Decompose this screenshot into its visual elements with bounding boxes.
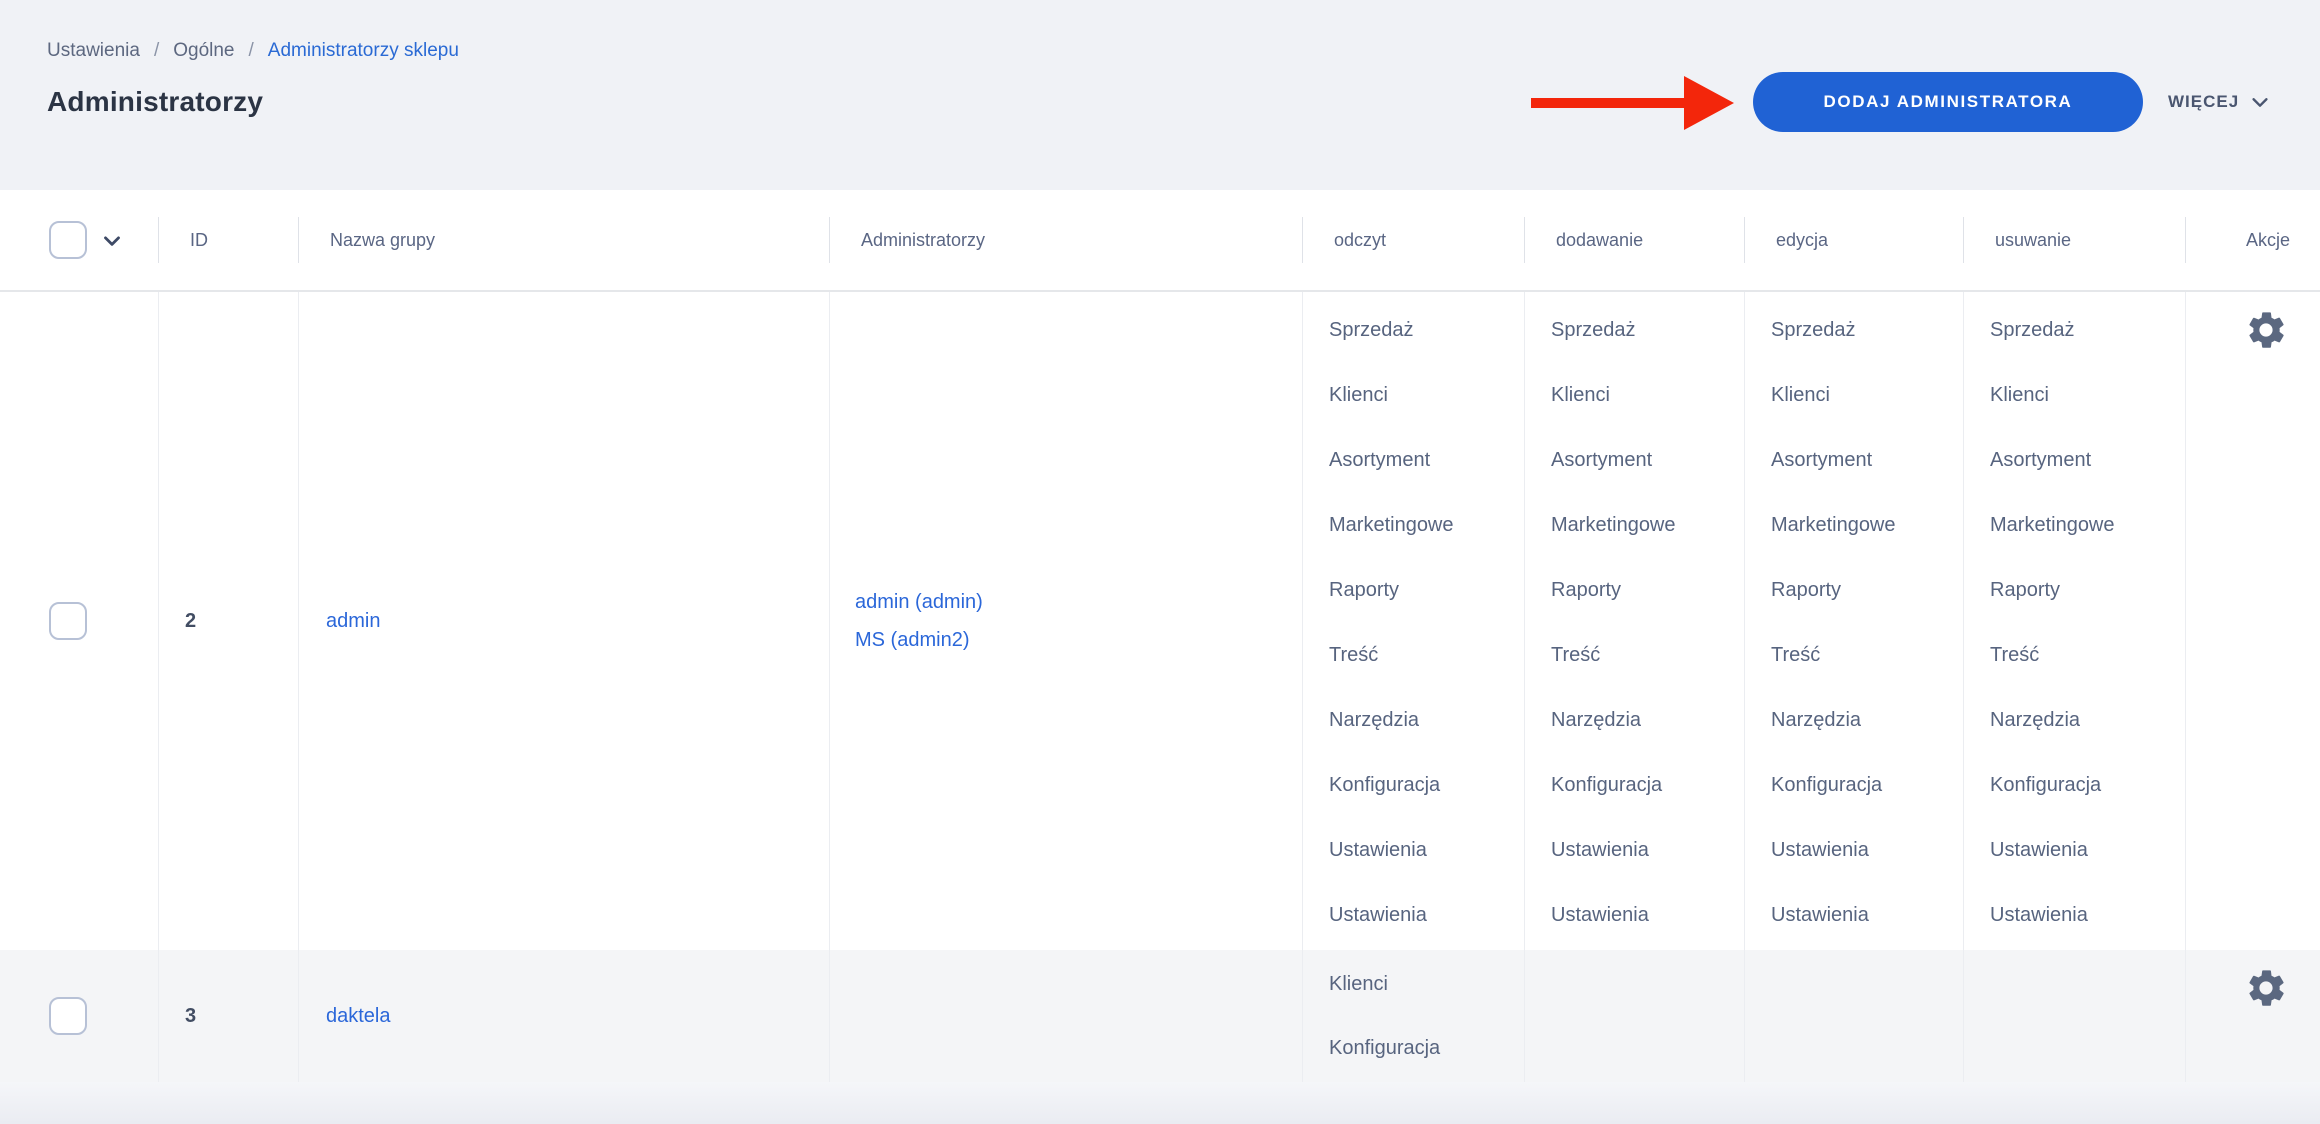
- breadcrumb-separator: /: [154, 40, 159, 62]
- permission-item: Marketingowe: [1771, 493, 1953, 558]
- breadcrumb-item-administratorzy-sklepu[interactable]: Administratorzy sklepu: [268, 40, 459, 62]
- permission-item: Treść: [1551, 623, 1734, 688]
- row-select-cell: [0, 950, 158, 1082]
- breadcrumb-separator: /: [249, 40, 254, 62]
- row-administrators-cell: admin (admin) MS (admin2): [829, 292, 1302, 950]
- permissions-read-cell: KlienciKonfiguracja: [1302, 950, 1524, 1082]
- more-button[interactable]: WIĘCEJ: [2168, 72, 2271, 132]
- permissions-delete-cell: SprzedażKlienciAsortymentMarketingoweRap…: [1963, 292, 2185, 950]
- permission-item: Ustawienia: [1329, 883, 1514, 948]
- row-actions-cell: [2185, 950, 2320, 1082]
- permission-item: Asortyment: [1990, 428, 2175, 493]
- table-header-select-cell: [0, 190, 158, 290]
- table-row-daktela: 3 daktela KlienciKonfiguracja: [0, 950, 2320, 1082]
- permission-item: Ustawienia: [1551, 883, 1734, 948]
- row-actions-cell: [2185, 292, 2320, 950]
- column-header-edit: edycja: [1744, 190, 1963, 290]
- permission-item: Treść: [1329, 623, 1514, 688]
- permission-item: Treść: [1771, 623, 1953, 688]
- group-name-link[interactable]: admin: [326, 610, 380, 633]
- permission-item: Raporty: [1990, 558, 2175, 623]
- row-select-cell: [0, 292, 158, 950]
- permission-item: Asortyment: [1329, 428, 1514, 493]
- permission-item: Sprzedaż: [1551, 298, 1734, 363]
- row-administrators-cell: [829, 950, 1302, 1082]
- column-header-group-name: Nazwa grupy: [298, 190, 829, 290]
- permission-item: Klienci: [1329, 363, 1514, 428]
- row-settings-gear-icon[interactable]: [2244, 308, 2288, 352]
- row-select-checkbox[interactable]: [49, 602, 87, 640]
- annotation-arrow-shaft: [1531, 98, 1687, 108]
- permission-item: Ustawienia: [1771, 883, 1953, 948]
- permission-item: Sprzedaż: [1771, 298, 1953, 363]
- permission-item: Ustawienia: [1990, 883, 2175, 948]
- permissions-edit-cell: SprzedażKlienciAsortymentMarketingoweRap…: [1744, 292, 1963, 950]
- row-id-cell: 2: [158, 292, 298, 950]
- permission-item: Klienci: [1551, 363, 1734, 428]
- permission-item: Konfiguracja: [1990, 753, 2175, 818]
- row-group-name-cell: daktela: [298, 950, 829, 1082]
- permissions-read-cell: SprzedażKlienciAsortymentMarketingoweRap…: [1302, 292, 1524, 950]
- permission-item: Sprzedaż: [1990, 298, 2175, 363]
- permission-item: Ustawienia: [1990, 818, 2175, 883]
- permission-item: Sprzedaż: [1329, 298, 1514, 363]
- column-header-add: dodawanie: [1524, 190, 1744, 290]
- column-header-administrators: Administratorzy: [829, 190, 1302, 290]
- permission-item: Konfiguracja: [1329, 1016, 1514, 1080]
- permission-item: Asortyment: [1771, 428, 1953, 493]
- table-row-admin: 2 admin admin (admin) MS (admin2) Sprzed…: [0, 292, 2320, 950]
- permission-item: Konfiguracja: [1771, 753, 1953, 818]
- permission-item: Klienci: [1990, 363, 2175, 428]
- permission-item: Narzędzia: [1771, 688, 1953, 753]
- administrator-link[interactable]: admin (admin): [855, 583, 1302, 621]
- column-header-read: odczyt: [1302, 190, 1524, 290]
- breadcrumb: Ustawienia / Ogólne / Administratorzy sk…: [47, 40, 459, 62]
- column-header-actions: Akcje: [2185, 190, 2320, 290]
- permission-item: Ustawienia: [1329, 818, 1514, 883]
- row-select-checkbox[interactable]: [49, 997, 87, 1035]
- administrators-table: ID Nazwa grupy Administratorzy odczyt do…: [0, 190, 2320, 1082]
- permission-item: Raporty: [1771, 558, 1953, 623]
- permissions-add-cell: SprzedażKlienciAsortymentMarketingoweRap…: [1524, 292, 1744, 950]
- permission-item: Konfiguracja: [1329, 753, 1514, 818]
- page-bottom-area: [0, 1082, 2320, 1124]
- permissions-delete-cell: [1963, 950, 2185, 1082]
- permission-item: Treść: [1990, 623, 2175, 688]
- admin-panel-screen: Ustawienia / Ogólne / Administratorzy sk…: [0, 0, 2320, 1124]
- permissions-edit-cell: [1744, 950, 1963, 1082]
- select-menu-chevron-icon[interactable]: [99, 227, 125, 253]
- chevron-down-icon: [2249, 91, 2271, 113]
- row-settings-gear-icon[interactable]: [2244, 966, 2288, 1010]
- permission-item: Klienci: [1329, 952, 1514, 1016]
- add-administrator-button[interactable]: DODAJ ADMINISTRATORA: [1753, 72, 2143, 132]
- permission-item: Ustawienia: [1771, 818, 1953, 883]
- permission-item: Raporty: [1329, 558, 1514, 623]
- permission-item: Marketingowe: [1329, 493, 1514, 558]
- row-id-cell: 3: [158, 950, 298, 1082]
- page-title: Administratorzy: [47, 86, 263, 118]
- permission-item: Asortyment: [1551, 428, 1734, 493]
- administrator-link[interactable]: MS (admin2): [855, 621, 1302, 659]
- breadcrumb-item-ogolne[interactable]: Ogólne: [173, 40, 234, 62]
- permission-item: Klienci: [1771, 363, 1953, 428]
- permission-item: Konfiguracja: [1551, 753, 1734, 818]
- permission-item: Narzędzia: [1551, 688, 1734, 753]
- permission-item: Ustawienia: [1551, 818, 1734, 883]
- permission-item: Narzędzia: [1990, 688, 2175, 753]
- permission-item: Marketingowe: [1551, 493, 1734, 558]
- permission-item: Raporty: [1551, 558, 1734, 623]
- table-header-row: ID Nazwa grupy Administratorzy odczyt do…: [0, 190, 2320, 292]
- breadcrumb-item-ustawienia[interactable]: Ustawienia: [47, 40, 140, 62]
- group-name-link[interactable]: daktela: [326, 1005, 391, 1028]
- annotation-arrow-head: [1684, 76, 1734, 130]
- permissions-add-cell: [1524, 950, 1744, 1082]
- column-header-id: ID: [158, 190, 298, 290]
- column-header-delete: usuwanie: [1963, 190, 2185, 290]
- row-group-name-cell: admin: [298, 292, 829, 950]
- select-all-checkbox[interactable]: [49, 221, 87, 259]
- more-button-label: WIĘCEJ: [2168, 92, 2239, 112]
- permission-item: Narzędzia: [1329, 688, 1514, 753]
- permission-item: Marketingowe: [1990, 493, 2175, 558]
- page-header: Ustawienia / Ogólne / Administratorzy sk…: [0, 0, 2320, 190]
